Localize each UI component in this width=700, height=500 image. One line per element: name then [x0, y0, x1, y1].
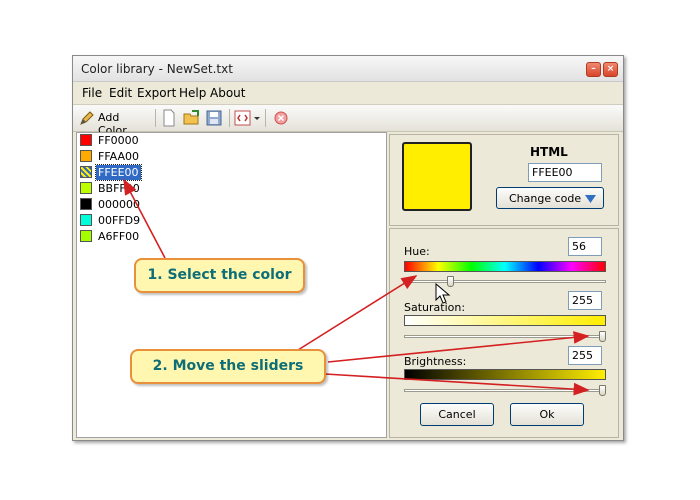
arrow-to-hue-slider	[297, 275, 418, 351]
arrow-to-saturation-slider	[327, 331, 590, 363]
annotation-arrows	[123, 178, 590, 396]
callout-select-color: 1. Select the color	[134, 258, 305, 293]
mouse-cursor-icon	[435, 282, 451, 304]
arrow-to-brightness-slider	[324, 373, 590, 396]
arrow-to-color-item	[123, 178, 166, 259]
callout-move-sliders: 2. Move the sliders	[130, 349, 326, 384]
